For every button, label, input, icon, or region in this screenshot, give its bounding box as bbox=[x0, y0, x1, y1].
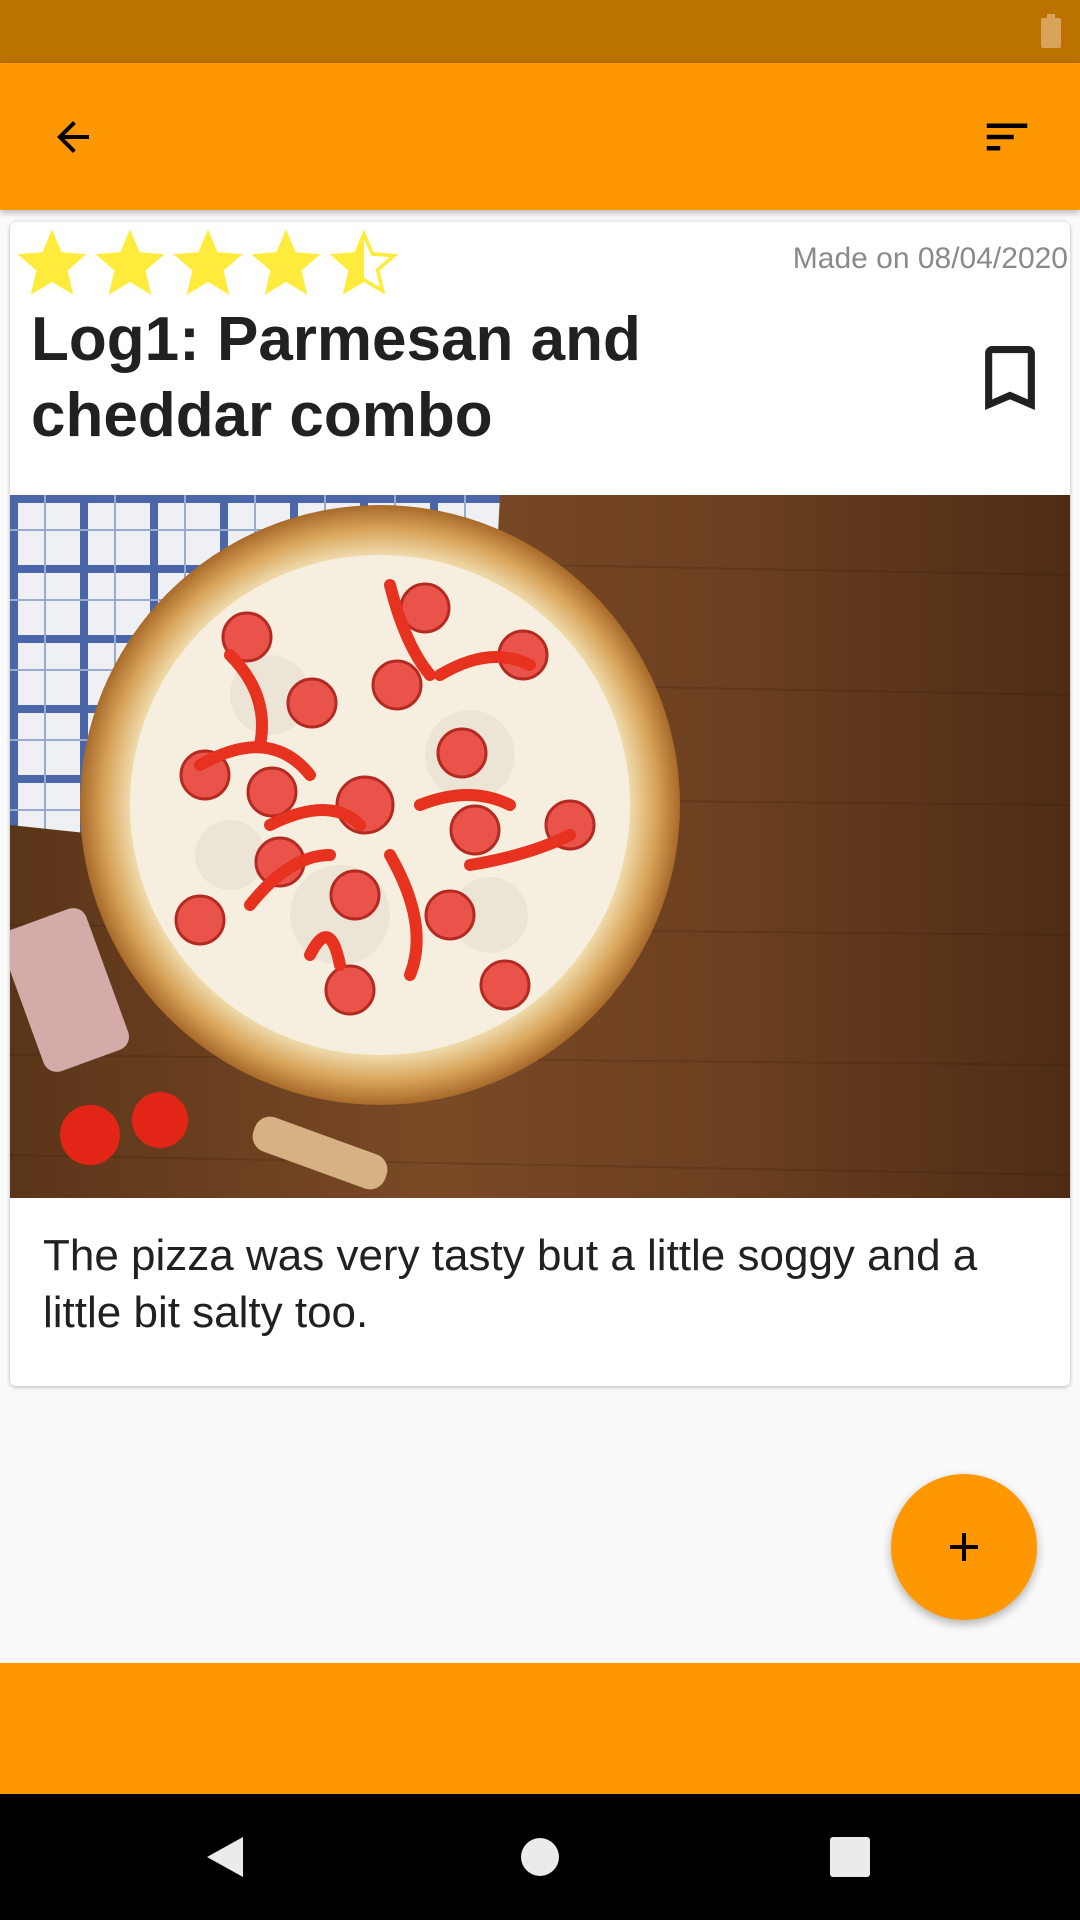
rating-stars bbox=[16, 228, 400, 300]
star-full-icon bbox=[17, 229, 87, 295]
star-half-icon bbox=[329, 229, 399, 295]
sort-button[interactable] bbox=[971, 101, 1043, 173]
add-log-button[interactable] bbox=[891, 1474, 1037, 1620]
star-full-icon bbox=[173, 229, 243, 295]
nav-back-icon bbox=[207, 1837, 243, 1877]
system-nav-bar bbox=[0, 1794, 1080, 1920]
nav-recents-button[interactable] bbox=[820, 1827, 880, 1887]
app-bar bbox=[0, 63, 1080, 210]
sort-icon bbox=[986, 123, 1028, 151]
bookmark-button[interactable] bbox=[980, 342, 1040, 414]
bookmark-icon bbox=[985, 346, 1035, 410]
star-full-icon bbox=[251, 229, 321, 295]
back-button[interactable] bbox=[37, 101, 109, 173]
arrow-back-icon bbox=[57, 121, 89, 153]
log-card[interactable]: Made on 08/04/2020 Log1: Parmesan and ch… bbox=[10, 222, 1070, 1386]
nav-recents-icon bbox=[830, 1837, 870, 1877]
status-bar bbox=[0, 0, 1080, 63]
add-icon bbox=[950, 1533, 978, 1561]
pizza-photo bbox=[10, 495, 1070, 1198]
nav-home-button[interactable] bbox=[510, 1827, 570, 1887]
log-description: The pizza was very tasty but a little so… bbox=[43, 1231, 978, 1337]
nav-home-icon bbox=[521, 1838, 559, 1876]
made-on-date: Made on 08/04/2020 bbox=[792, 242, 1068, 275]
star-full-icon bbox=[95, 229, 165, 295]
nav-back-button[interactable] bbox=[195, 1827, 255, 1887]
battery-icon bbox=[1041, 14, 1061, 48]
log-title: Log1: Parmesan and cheddar combo bbox=[31, 305, 641, 450]
bottom-app-bar bbox=[0, 1663, 1080, 1794]
